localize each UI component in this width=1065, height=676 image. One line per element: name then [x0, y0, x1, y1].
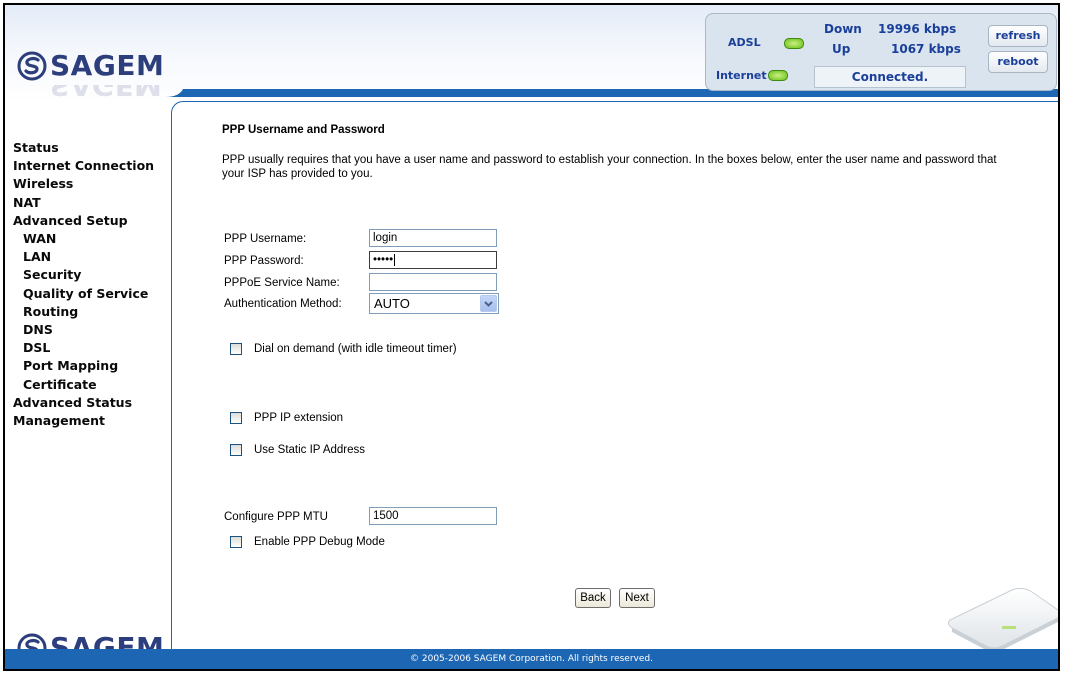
up-rate: 1067 kbps: [891, 42, 961, 56]
sidebar-item-routing[interactable]: Routing: [13, 303, 154, 321]
sidebar-item-certificate[interactable]: Certificate: [13, 376, 154, 394]
sidebar-item-wan[interactable]: WAN: [13, 230, 154, 248]
sidebar-item-port-mapping[interactable]: Port Mapping: [13, 357, 154, 375]
password-label: PPP Password:: [224, 255, 304, 267]
dial-on-demand-checkbox[interactable]: [230, 343, 242, 355]
sidebar-item-lan[interactable]: LAN: [13, 248, 154, 266]
username-label: PPP Username:: [224, 233, 307, 245]
down-label: Down: [824, 22, 862, 36]
up-label: Up: [832, 42, 851, 56]
connection-status-panel: ADSL Down 19996 kbps Up 1067 kbps Intern…: [705, 13, 1057, 91]
footer: © 2005-2006 SAGEM Corporation. All right…: [5, 649, 1058, 669]
mtu-label: Configure PPP MTU: [224, 511, 328, 523]
copyright-text: © 2005-2006 SAGEM Corporation. All right…: [410, 654, 653, 664]
sidebar-item-dsl[interactable]: DSL: [13, 339, 154, 357]
username-input[interactable]: login: [369, 229, 497, 247]
ip-extension-checkbox[interactable]: [230, 412, 242, 424]
sidebar-item-advanced-setup[interactable]: Advanced Setup: [13, 212, 154, 230]
page-title: PPP Username and Password: [222, 124, 385, 136]
adsl-label: ADSL: [728, 36, 761, 49]
debug-mode-checkbox[interactable]: [230, 536, 242, 548]
auth-method-label: Authentication Method:: [224, 298, 342, 310]
password-input[interactable]: •••••: [369, 251, 497, 269]
auth-method-value: AUTO: [374, 296, 410, 311]
sidebar-item-quality-of-service[interactable]: Quality of Service: [13, 285, 154, 303]
adsl-led-icon: [784, 38, 804, 49]
dial-on-demand-option: Dial on demand (with idle timeout timer): [230, 343, 457, 355]
sidebar-item-wireless[interactable]: Wireless: [13, 175, 154, 193]
sidebar-item-dns[interactable]: DNS: [13, 321, 154, 339]
back-button[interactable]: Back: [575, 588, 611, 608]
auth-method-select[interactable]: AUTO: [369, 293, 499, 314]
internet-led-icon: [768, 70, 788, 81]
router-admin-window: SAGEM SAGEM ADSL Down 19996 kbps Up 1067…: [3, 3, 1060, 671]
internet-label: Internet: [716, 69, 767, 82]
connection-status-text: Connected.: [814, 66, 966, 88]
debug-mode-label: Enable PPP Debug Mode: [254, 536, 385, 548]
logo-text: SAGEM: [50, 49, 165, 82]
header: SAGEM SAGEM ADSL Down 19996 kbps Up 1067…: [5, 5, 1058, 101]
sidebar-item-advanced-status[interactable]: Advanced Status: [13, 394, 154, 412]
sidebar: Status Internet Connection Wireless NAT …: [5, 101, 171, 663]
static-ip-label: Use Static IP Address: [254, 444, 366, 456]
sidebar-item-internet-connection[interactable]: Internet Connection: [13, 157, 154, 175]
down-rate: 19996 kbps: [878, 22, 957, 36]
static-ip-checkbox[interactable]: [230, 444, 242, 456]
next-button[interactable]: Next: [619, 588, 655, 608]
static-ip-option: Use Static IP Address: [230, 444, 365, 456]
refresh-button[interactable]: refresh: [988, 25, 1048, 47]
sagem-logo: SAGEM: [17, 51, 164, 81]
sidebar-nav: Status Internet Connection Wireless NAT …: [13, 139, 154, 430]
page-description: PPP usually requires that you have a use…: [222, 154, 997, 180]
service-name-input[interactable]: [369, 273, 497, 291]
debug-mode-option: Enable PPP Debug Mode: [230, 536, 385, 548]
ip-extension-label: PPP IP extension: [254, 412, 344, 424]
logo-reflection: SAGEM: [17, 85, 177, 99]
main-content: PPP Username and Password PPP usually re…: [171, 101, 1058, 654]
sidebar-item-status[interactable]: Status: [13, 139, 154, 157]
mtu-input[interactable]: 1500: [369, 507, 497, 525]
sagem-logo-icon: [17, 51, 47, 81]
chevron-down-icon[interactable]: [480, 295, 497, 312]
reboot-button[interactable]: reboot: [988, 51, 1048, 73]
sidebar-item-management[interactable]: Management: [13, 412, 154, 430]
sidebar-item-nat[interactable]: NAT: [13, 194, 154, 212]
dial-on-demand-label: Dial on demand (with idle timeout timer): [254, 343, 457, 355]
password-mask: •••••: [373, 254, 394, 266]
router-device-icon: [947, 587, 1058, 650]
ip-extension-option: PPP IP extension: [230, 412, 343, 424]
text-cursor: [394, 253, 396, 266]
service-name-label: PPPoE Service Name:: [224, 277, 340, 289]
sidebar-item-security[interactable]: Security: [13, 266, 154, 284]
